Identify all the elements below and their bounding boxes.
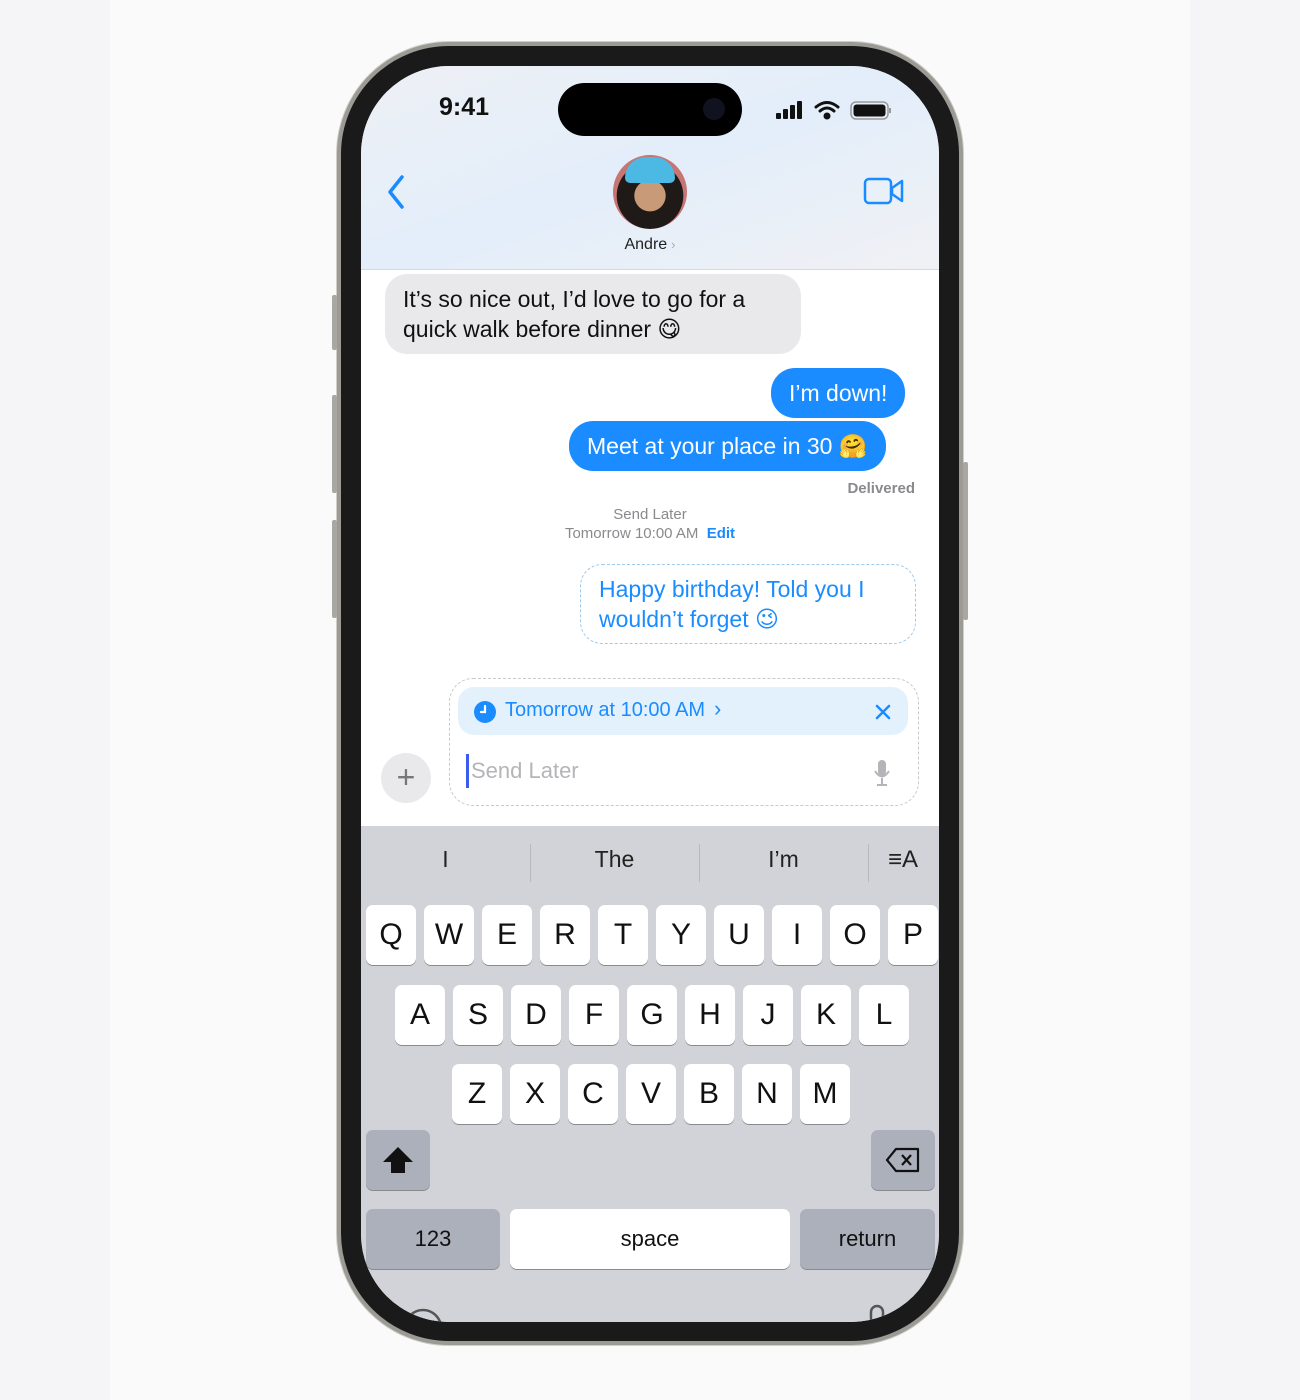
keyboard: I The I’m ≡A 123 space return QWERTYUIOP… xyxy=(361,826,939,1322)
return-key[interactable]: return xyxy=(800,1209,935,1269)
shift-arrow-icon xyxy=(383,1147,413,1173)
schedule-pill[interactable]: Tomorrow at 10:00 AM › xyxy=(458,687,908,735)
camera xyxy=(703,98,725,120)
key-a[interactable]: A xyxy=(395,985,445,1045)
signal-icon xyxy=(776,101,802,119)
key-k[interactable]: K xyxy=(801,985,851,1045)
background xyxy=(1190,0,1300,1400)
schedule-time: Tomorrow at 10:00 AM xyxy=(505,699,706,721)
key-s[interactable]: S xyxy=(453,985,503,1045)
key-n[interactable]: N xyxy=(742,1064,792,1124)
key-z[interactable]: Z xyxy=(452,1064,502,1124)
dictation-mic-icon[interactable] xyxy=(861,1304,893,1322)
key-b[interactable]: B xyxy=(684,1064,734,1124)
numbers-key[interactable]: 123 xyxy=(366,1209,500,1269)
outgoing-message[interactable]: I’m down! xyxy=(771,368,906,418)
video-camera-icon[interactable] xyxy=(863,177,905,205)
conversation-header: 9:41 Andre › xyxy=(361,66,939,270)
volume-up-button xyxy=(332,395,337,493)
clock-icon xyxy=(474,701,496,723)
key-q[interactable]: Q xyxy=(366,905,416,965)
key-l[interactable]: L xyxy=(859,985,909,1045)
status-icons xyxy=(776,101,891,120)
delete-key[interactable] xyxy=(871,1130,935,1190)
action-button xyxy=(332,295,337,350)
chevron-right-icon: › xyxy=(671,237,676,252)
incoming-message[interactable]: It’s so nice out, I’d love to go for a q… xyxy=(385,274,801,354)
delete-backspace-icon xyxy=(885,1147,920,1173)
space-key[interactable]: space xyxy=(510,1209,790,1269)
send-later-time: Tomorrow 10:00 AM xyxy=(564,525,699,542)
volume-down-button xyxy=(332,520,337,618)
edit-link[interactable]: Edit xyxy=(707,525,735,542)
key-m[interactable]: M xyxy=(800,1064,850,1124)
key-g[interactable]: G xyxy=(627,985,677,1045)
divider xyxy=(868,844,869,882)
key-u[interactable]: U xyxy=(714,905,764,965)
key-d[interactable]: D xyxy=(511,985,561,1045)
key-x[interactable]: X xyxy=(510,1064,560,1124)
dictation-mic-icon[interactable] xyxy=(872,758,892,788)
wifi-icon xyxy=(814,101,840,120)
key-p[interactable]: P xyxy=(888,905,938,965)
key-v[interactable]: V xyxy=(626,1064,676,1124)
text-cursor xyxy=(466,754,469,788)
emoji-icon[interactable] xyxy=(402,1307,444,1322)
send-later-label: Send Later xyxy=(613,506,687,523)
side-button xyxy=(963,462,968,620)
key-i[interactable]: I xyxy=(772,905,822,965)
key-t[interactable]: T xyxy=(598,905,648,965)
close-icon[interactable] xyxy=(875,704,891,720)
chevron-right-icon: › xyxy=(714,696,722,721)
key-y[interactable]: Y xyxy=(656,905,706,965)
key-h[interactable]: H xyxy=(685,985,735,1045)
writing-tools-icon[interactable]: ≡A xyxy=(888,846,918,874)
battery-icon xyxy=(850,101,891,120)
shift-key[interactable] xyxy=(366,1130,430,1190)
back-chevron-left-icon[interactable] xyxy=(385,174,407,210)
add-attachment-plus-icon[interactable]: + xyxy=(381,753,431,803)
key-j[interactable]: J xyxy=(743,985,793,1045)
outgoing-message[interactable]: Meet at your place in 30 🤗 xyxy=(569,421,886,471)
scheduled-message[interactable]: Happy birthday! Told you I wouldn’t forg… xyxy=(580,564,916,644)
suggestion[interactable]: The xyxy=(530,846,699,873)
key-o[interactable]: O xyxy=(830,905,880,965)
background xyxy=(0,0,110,1400)
key-c[interactable]: C xyxy=(568,1064,618,1124)
message-input-placeholder[interactable]: Send Later xyxy=(471,758,579,784)
key-w[interactable]: W xyxy=(424,905,474,965)
delivered-status: Delivered xyxy=(847,480,915,497)
status-time: 9:41 xyxy=(439,93,490,121)
screen: 9:41 Andre › It’s so nice out, I’d love t… xyxy=(361,66,939,1322)
contact-name[interactable]: Andre › xyxy=(361,236,939,254)
key-f[interactable]: F xyxy=(569,985,619,1045)
key-e[interactable]: E xyxy=(482,905,532,965)
key-r[interactable]: R xyxy=(540,905,590,965)
suggestion[interactable]: I xyxy=(361,846,530,873)
suggestion[interactable]: I’m xyxy=(699,846,868,873)
contact-name-label: Andre xyxy=(624,236,668,253)
